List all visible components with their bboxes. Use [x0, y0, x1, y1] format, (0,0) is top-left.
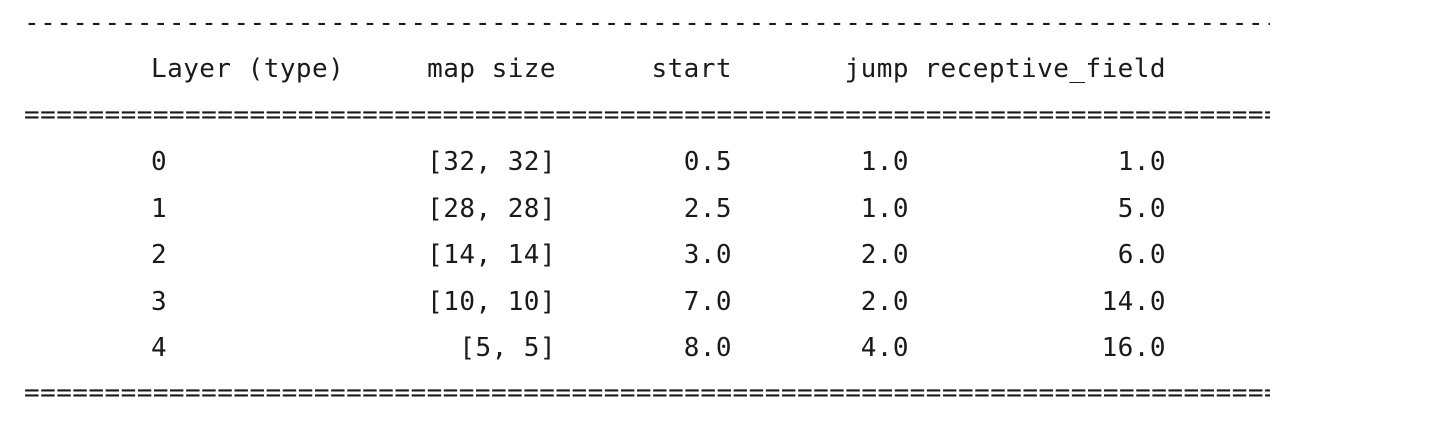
cell-map-size: [10, 10] [427, 286, 556, 317]
cell-layer: 3 [151, 286, 168, 317]
header-layer: Layer (type) [151, 54, 345, 84]
cell-map-size: [5, 5] [459, 333, 556, 363]
cell-receptive-field: 1.0 [1117, 147, 1166, 177]
cell-receptive-field: 6.0 [1117, 240, 1166, 270]
cell-receptive-field: 5.0 [1117, 193, 1166, 224]
cell-jump: 2.0 [860, 286, 909, 317]
table-row: 0 [32, 32] 0.5 1.0 1.0 [24, 139, 1270, 185]
cell-receptive-field: 14.0 [1101, 286, 1166, 317]
bottom-double-rule: ========================================… [24, 378, 1270, 408]
cell-map-size: [32, 32] [427, 147, 556, 177]
cell-map-size: [28, 28] [427, 193, 556, 224]
table-row: 2 [14, 14] 3.0 2.0 6.0 [24, 232, 1270, 278]
header-double-rule: ========================================… [24, 100, 1270, 130]
table-row: 3 [10, 10] 7.0 2.0 14.0 [24, 279, 1270, 325]
receptive-field-summary: ----------------------------------------… [24, 0, 1424, 421]
cell-layer: 1 [151, 193, 168, 224]
cell-jump: 1.0 [860, 147, 909, 177]
header-map-size: map size [427, 54, 556, 84]
cell-layer: 4 [151, 333, 168, 363]
cell-start: 3.0 [683, 240, 732, 270]
header-start: start [651, 54, 732, 84]
cell-start: 8.0 [683, 333, 732, 363]
cell-jump: 4.0 [860, 333, 909, 363]
cell-jump: 1.0 [860, 193, 909, 224]
cell-jump: 2.0 [860, 240, 909, 270]
cell-start: 0.5 [683, 147, 732, 177]
top-dashed-rule: ----------------------------------------… [24, 8, 1270, 38]
cell-start: 2.5 [683, 193, 732, 224]
table-row: 1 [28, 28] 2.5 1.0 5.0 [24, 186, 1270, 232]
cell-map-size: [14, 14] [427, 240, 556, 270]
header-receptive-field: receptive_field [924, 54, 1166, 84]
table-row: 4 [5, 5] 8.0 4.0 16.0 [24, 325, 1270, 371]
cell-receptive-field: 16.0 [1101, 333, 1166, 363]
cell-layer: 0 [151, 147, 168, 177]
cell-layer: 2 [151, 240, 168, 270]
cell-start: 7.0 [683, 286, 732, 317]
header-row: Layer (type) map size start jump recepti… [24, 46, 1270, 92]
header-jump: jump [844, 54, 909, 84]
